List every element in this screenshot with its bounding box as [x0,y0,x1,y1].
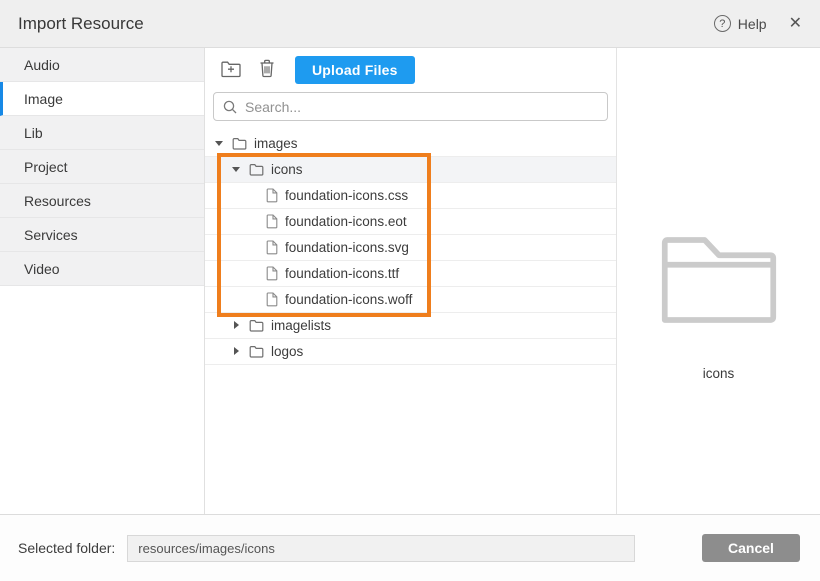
caret-right-icon[interactable] [232,346,242,357]
sidebar-item-label: Video [24,261,60,277]
sidebar-item-audio[interactable]: Audio [0,48,204,82]
folder-icon [249,163,264,176]
sidebar-item-project[interactable]: Project [0,150,204,184]
caret-icon [249,216,259,227]
search-icon [223,100,237,114]
tree-row-imagelists[interactable]: imagelists [205,313,616,339]
folder-icon [232,137,247,150]
upload-files-button[interactable]: Upload Files [295,56,415,84]
file-icon [266,240,278,255]
big-folder-icon [660,235,778,330]
tree-row-label: foundation-icons.ttf [285,266,399,281]
tree-row-label: foundation-icons.eot [285,214,407,229]
sidebar-item-resources[interactable]: Resources [0,184,204,218]
file-icon [266,188,278,203]
tree-row-images[interactable]: images [205,131,616,157]
new-folder-icon [220,59,242,81]
caret-icon [249,190,259,201]
folder-icon [249,319,264,332]
tree-row-label: foundation-icons.woff [285,292,412,307]
trash-icon [259,59,275,81]
sidebar-item-label: Image [24,91,63,107]
search-input[interactable] [213,92,608,121]
folder-icon [249,345,264,358]
dialog-footer: Selected folder: Cancel [0,514,820,581]
dialog-body: Audio Image Lib Project Resources Servic… [0,48,820,514]
tree-row-label: logos [271,344,303,359]
sidebar-item-services[interactable]: Services [0,218,204,252]
dialog-header: Import Resource ? Help ✕ [0,0,820,48]
tree-row-foundation-icons.css[interactable]: foundation-icons.css [205,183,616,209]
tree-row-label: images [254,136,298,151]
tree-row-icons[interactable]: icons [205,157,616,183]
main-panel: Upload Files images icons [205,48,617,514]
tree-row-foundation-icons.svg[interactable]: foundation-icons.svg [205,235,616,261]
preview-folder-name: icons [703,366,735,381]
selected-folder-path-input[interactable] [127,535,635,562]
tree-row-label: icons [271,162,303,177]
file-icon [266,292,278,307]
close-icon[interactable]: ✕ [789,16,802,32]
help-icon: ? [714,15,731,32]
caret-right-icon[interactable] [232,320,242,331]
sidebar-item-label: Audio [24,57,60,73]
cancel-button[interactable]: Cancel [702,534,800,562]
tree-row-foundation-icons.eot[interactable]: foundation-icons.eot [205,209,616,235]
preview-panel: icons [617,48,820,514]
category-sidebar: Audio Image Lib Project Resources Servic… [0,48,205,514]
tree-row-label: foundation-icons.css [285,188,408,203]
dialog-title: Import Resource [18,14,144,34]
file-tree: images icons foundation-icons.css founda… [205,131,616,514]
file-icon [266,266,278,281]
sidebar-item-lib[interactable]: Lib [0,116,204,150]
caret-icon [249,294,259,305]
toolbar: Upload Files [205,48,616,92]
help-button[interactable]: ? Help [714,15,767,32]
selected-folder-label: Selected folder: [18,540,115,556]
new-folder-button[interactable] [218,57,244,83]
tree-row-foundation-icons.woff[interactable]: foundation-icons.woff [205,287,616,313]
tree-row-label: imagelists [271,318,331,333]
import-resource-dialog: Import Resource ? Help ✕ Audio Image Lib… [0,0,820,581]
sidebar-item-label: Services [24,227,78,243]
sidebar-item-image[interactable]: Image [0,82,204,116]
delete-button[interactable] [257,57,277,83]
tree-row-foundation-icons.ttf[interactable]: foundation-icons.ttf [205,261,616,287]
search-box [213,92,608,121]
tree-row-label: foundation-icons.svg [285,240,409,255]
sidebar-item-label: Resources [24,193,91,209]
caret-down-icon[interactable] [232,164,242,175]
tree-row-logos[interactable]: logos [205,339,616,365]
caret-down-icon[interactable] [215,138,225,149]
sidebar-item-video[interactable]: Video [0,252,204,286]
file-icon [266,214,278,229]
sidebar-item-label: Project [24,159,68,175]
header-actions: ? Help ✕ [714,15,802,32]
caret-icon [249,268,259,279]
sidebar-item-label: Lib [24,125,43,141]
help-label: Help [738,16,767,32]
caret-icon [249,242,259,253]
